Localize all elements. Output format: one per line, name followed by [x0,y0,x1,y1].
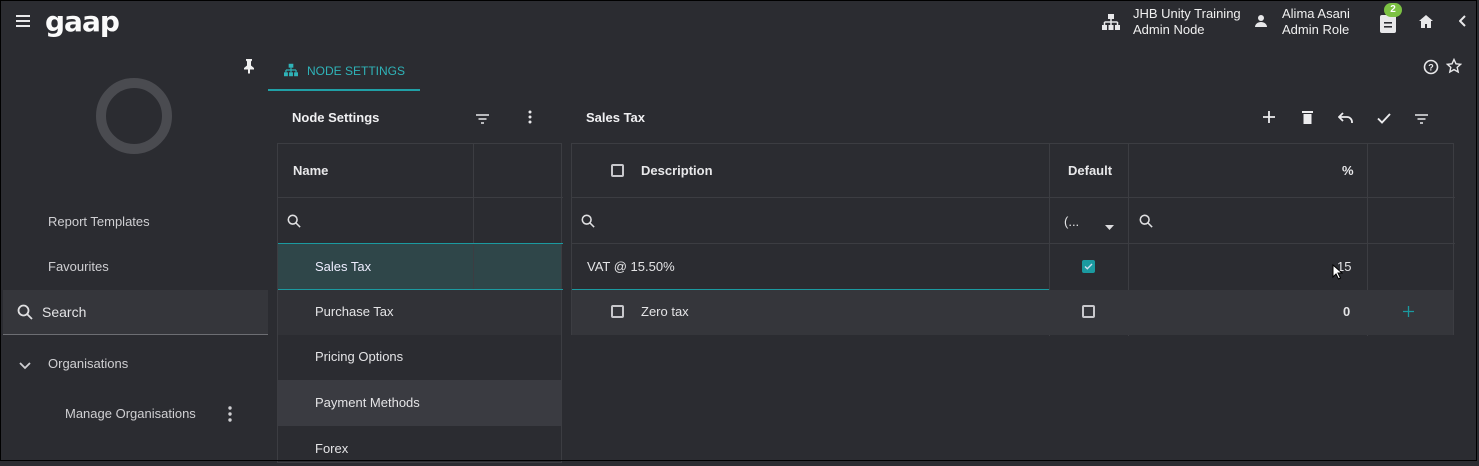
more-vert-icon[interactable] [228,406,232,425]
sidebar-search-label: Search [42,304,87,320]
search-icon [17,304,33,320]
table-row[interactable]: VAT @ 15.50% 15 [572,244,1453,289]
collapse-chevron-icon[interactable] [1458,15,1467,30]
add-row-icon[interactable] [1403,305,1414,320]
default-checkbox[interactable] [1082,305,1095,318]
list-item[interactable]: Forex [278,426,561,466]
list-item-label: Payment Methods [315,395,420,410]
star-icon[interactable] [1445,57,1463,77]
sidebar-search[interactable]: Search [3,290,268,335]
notification-badge: 2 [1384,3,1402,17]
right-panel-title: Sales Tax [586,110,646,125]
node-role: Admin Node [1133,22,1205,37]
select-all-checkbox[interactable] [611,164,624,177]
node-settings-grid: Name Sales Tax Purchase Tax Pricing Opti… [277,143,563,466]
list-item[interactable]: Payment Methods [278,380,561,426]
top-bar: gaap JHB Unity Training Admin Node Alima… [0,0,1479,46]
list-item-label: Pricing Options [315,349,404,364]
search-icon [581,214,595,228]
node-hierarchy-icon [1101,13,1121,31]
filter-icon[interactable] [1415,112,1428,127]
menu-icon[interactable] [16,15,30,27]
row-description: VAT @ 15.50% [587,259,675,274]
search-icon [287,214,301,228]
left-panel-title: Node Settings [292,110,380,125]
check-icon[interactable] [1377,112,1391,127]
user-icon [1254,14,1268,31]
list-item-label: Purchase Tax [315,304,394,319]
row-percent: 0 [1343,304,1351,319]
add-icon[interactable] [1263,111,1275,126]
column-header-default[interactable]: Default [1068,163,1112,178]
list-item-label: Forex [315,441,349,456]
dropdown-arrow-icon[interactable] [1105,218,1114,233]
help-icon[interactable]: ? [1423,59,1439,78]
sidebar-item-favourites[interactable]: Favourites [48,259,109,274]
name-filter-input[interactable] [474,198,562,243]
home-icon[interactable] [1418,14,1434,32]
column-header-description[interactable]: Description [641,163,713,178]
tab-node-settings[interactable]: NODE SETTINGS [307,64,405,78]
sidebar-item-manage-organisations[interactable]: Manage Organisations [65,406,196,421]
description-filter-input[interactable] [598,198,1048,243]
more-vert-icon[interactable] [528,110,532,127]
list-item-label: Sales Tax [315,259,372,274]
row-description: Zero tax [641,304,689,319]
user-info[interactable]: Alima Asani Admin Role [1282,6,1350,38]
undo-icon[interactable] [1337,112,1354,127]
user-name: Alima Asani [1282,6,1350,21]
list-item[interactable]: Pricing Options [278,335,561,380]
node-name: JHB Unity Training [1133,6,1241,21]
column-header-percent[interactable]: % [1342,163,1354,178]
default-filter-select[interactable]: (... [1064,214,1079,229]
list-item[interactable]: Sales Tax [278,244,561,289]
org-logo-watermark [96,78,172,154]
table-row[interactable]: Zero tax 0 [572,290,1453,335]
pin-icon[interactable] [243,58,255,77]
tab-active-indicator [268,89,420,91]
chevron-down-icon[interactable] [19,358,31,373]
list-item[interactable]: Purchase Tax [278,290,561,335]
default-checkbox[interactable] [1082,260,1095,273]
column-header-name[interactable]: Name [293,163,328,178]
search-icon [1139,214,1153,228]
user-role: Admin Role [1282,22,1350,37]
sidebar-item-organisations[interactable]: Organisations [48,356,128,371]
node-info[interactable]: JHB Unity Training Admin Node [1133,6,1241,38]
row-select-checkbox[interactable] [611,305,624,318]
node-settings-tab-icon [283,63,299,80]
percent-filter-input[interactable] [1156,198,1366,243]
mouse-cursor-icon [1332,263,1344,283]
svg-text:?: ? [1428,63,1434,73]
sidebar-item-report-templates[interactable]: Report Templates [48,214,150,229]
delete-icon[interactable] [1302,110,1313,127]
filter-icon[interactable] [476,112,489,127]
sales-tax-grid: Description Default % (... VAT @ 15.50% … [571,143,1455,336]
app-logo[interactable]: gaap [45,5,120,38]
